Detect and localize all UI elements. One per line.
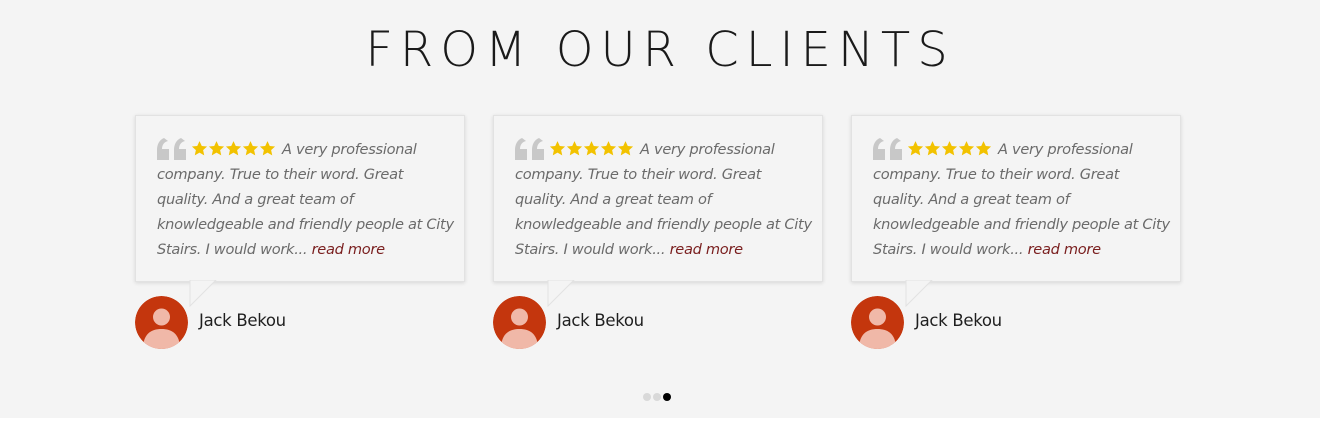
read-more-link[interactable]: read more (312, 241, 386, 258)
testimonial-bubble: A very professional company. True to the… (493, 115, 823, 282)
testimonial-card: A very professional company. True to the… (493, 0, 823, 360)
testimonial-text: A very professional company. True to the… (515, 137, 815, 262)
testimonial-bubble: A very professional company. True to the… (135, 115, 465, 282)
star-icon (191, 140, 208, 157)
star-icon (242, 140, 259, 157)
star-icon (600, 140, 617, 157)
testimonial-text: A very professional company. True to the… (157, 137, 457, 262)
star-icon (924, 140, 941, 157)
star-icon (583, 140, 600, 157)
rating-stars (191, 140, 276, 158)
avatar (135, 296, 188, 349)
carousel-dot[interactable] (663, 393, 671, 401)
star-icon (617, 140, 634, 157)
star-icon (225, 140, 242, 157)
testimonial-card: A very professional company. True to the… (135, 0, 465, 360)
testimonial-bubble: A very professional company. True to the… (851, 115, 1181, 282)
avatar (851, 296, 904, 349)
user-avatar-icon (135, 296, 188, 349)
rating-stars (549, 140, 634, 158)
testimonial-quote: A very professional company. True to the… (515, 141, 812, 258)
avatar (493, 296, 546, 349)
star-icon (958, 140, 975, 157)
testimonial-quote: A very professional company. True to the… (873, 141, 1170, 258)
star-icon (566, 140, 583, 157)
carousel-pagination (643, 393, 671, 401)
user-avatar-icon (493, 296, 546, 349)
carousel-dot[interactable] (653, 393, 661, 401)
star-icon (941, 140, 958, 157)
read-more-link[interactable]: read more (1028, 241, 1102, 258)
star-icon (975, 140, 992, 157)
testimonial-text: A very professional company. True to the… (873, 137, 1173, 262)
star-icon (208, 140, 225, 157)
testimonial-quote: A very professional company. True to the… (157, 141, 454, 258)
quote-mark-icon (873, 138, 905, 160)
author-name: Jack Bekou (557, 311, 644, 330)
star-icon (907, 140, 924, 157)
star-icon (549, 140, 566, 157)
read-more-link[interactable]: read more (670, 241, 744, 258)
rating-stars (907, 140, 992, 158)
testimonials-section: FROM OUR CLIENTS A very professional com… (0, 0, 1320, 418)
author-name: Jack Bekou (199, 311, 286, 330)
quote-mark-icon (515, 138, 547, 160)
quote-mark-icon (157, 138, 189, 160)
carousel-dot[interactable] (643, 393, 651, 401)
author-name: Jack Bekou (915, 311, 1002, 330)
star-icon (259, 140, 276, 157)
user-avatar-icon (851, 296, 904, 349)
testimonial-card: A very professional company. True to the… (851, 0, 1181, 360)
